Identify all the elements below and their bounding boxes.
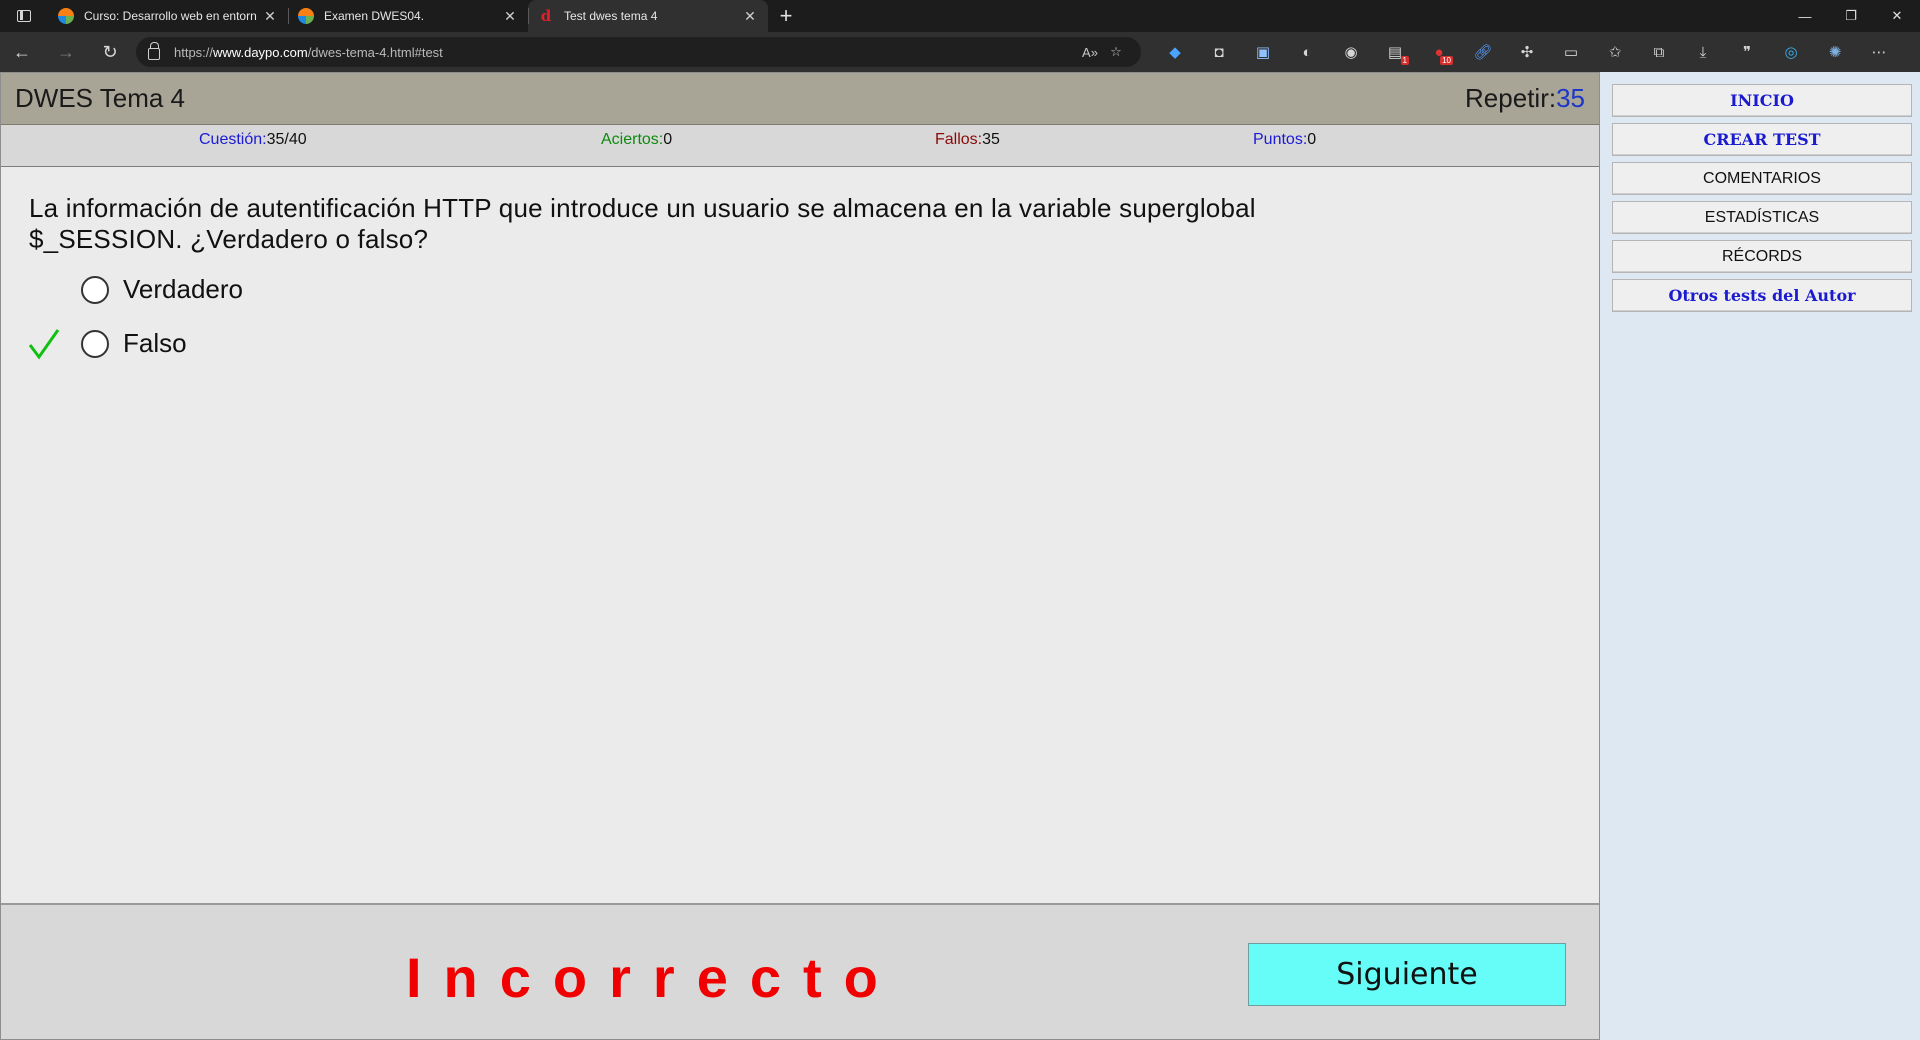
quote-icon[interactable]: ❞ [1725, 32, 1769, 72]
restore-icon[interactable]: ❐ [1828, 0, 1874, 32]
address-bar[interactable]: https://www.daypo.com/dwes-tema-4.html#t… [136, 37, 1141, 67]
stat-aciertos: Aciertos:0 [601, 131, 673, 148]
sidebar-item-comentarios[interactable]: COMENTARIOS [1612, 162, 1912, 195]
minimize-icon[interactable]: — [1782, 0, 1828, 32]
sidebar-item-records[interactable]: RÉCORDS [1612, 240, 1912, 273]
tab-title: Curso: Desarrollo web en entorn [84, 9, 257, 23]
screenshot-extension-icon[interactable]: ▣ [1241, 32, 1285, 72]
browser-tab-bar: Curso: Desarrollo web en entorn ✕ Examen… [0, 0, 1920, 32]
edge-icon[interactable]: ◎ [1769, 32, 1813, 72]
close-icon[interactable]: ✕ [262, 8, 278, 25]
close-window-icon[interactable]: ✕ [1874, 0, 1920, 32]
tab-title: Test dwes tema 4 [564, 9, 658, 23]
extensions-icon[interactable]: ✣ [1505, 32, 1549, 72]
tab-examen[interactable]: Examen DWES04. ✕ [288, 0, 528, 32]
page: DWES Tema 4 Repetir:35 Cuestión:35/40 Ac… [0, 72, 1920, 1040]
moodle-icon [298, 8, 314, 24]
url-text[interactable]: https://www.daypo.com/dwes-tema-4.html#t… [174, 45, 1077, 60]
stat-puntos: Puntos:0 [1253, 131, 1317, 148]
favorites-icon[interactable]: ✩ [1593, 32, 1637, 72]
tab-actions-icon[interactable] [0, 0, 48, 32]
quiz-header: DWES Tema 4 Repetir:35 [1, 73, 1599, 125]
moodle-icon [58, 8, 74, 24]
extension-badge-icon[interactable]: ▤ 1 [1373, 32, 1417, 72]
record-extension-icon[interactable]: ◉ [1329, 32, 1373, 72]
radio-button[interactable] [81, 275, 109, 304]
tab-test-dwes[interactable]: d Test dwes tema 4 ✕ [528, 0, 768, 32]
more-menu-icon[interactable]: ⋯ [1857, 32, 1901, 72]
forward-icon[interactable]: → [44, 32, 88, 72]
ublock-extension-icon[interactable]: ● 10 [1417, 32, 1461, 72]
lock-icon[interactable] [148, 42, 160, 60]
profile-avatar-icon[interactable]: ✺ [1813, 32, 1857, 72]
tab-title: Examen DWES04. [324, 9, 425, 23]
repeat-counter: Repetir:35 [1465, 83, 1585, 113]
split-screen-icon[interactable]: ▭ [1549, 32, 1593, 72]
stat-cuestion: Cuestión:35/40 [199, 131, 307, 148]
close-icon[interactable]: ✕ [742, 8, 758, 25]
sidebar-item-inicio[interactable]: INICIO [1612, 84, 1912, 117]
collections-icon[interactable]: ⧉ [1637, 32, 1681, 72]
option-falso[interactable]: Falso [81, 328, 187, 359]
back-icon[interactable]: ← [0, 32, 44, 72]
sidebar-menu: INICIO CREAR TEST COMENTARIOS ESTADÍSTIC… [1612, 84, 1912, 318]
checkmark-icon [28, 329, 60, 360]
stat-fallos: Fallos:35 [935, 131, 1000, 148]
read-aloud-icon[interactable]: A» [1077, 45, 1103, 60]
add-favorite-icon[interactable]: ☆ [1103, 44, 1129, 60]
radio-button[interactable] [81, 329, 109, 358]
downloads-icon[interactable]: ⤓ [1681, 32, 1725, 72]
refresh-icon[interactable]: ↻ [88, 32, 132, 72]
sidebar-item-otros-tests[interactable]: Otros tests del Autor [1612, 279, 1912, 312]
browser-nav-bar: ← → ↻ https://www.daypo.com/dwes-tema-4.… [0, 32, 1920, 72]
window-controls: — ❐ ✕ [1782, 0, 1920, 32]
feedback-bar: Incorrecto Siguiente [1, 903, 1599, 1039]
new-tab-button[interactable]: + [768, 0, 804, 32]
close-icon[interactable]: ✕ [502, 8, 518, 25]
option-verdadero[interactable]: Verdadero [81, 274, 243, 305]
extension-icon[interactable]: ◐ [1285, 32, 1329, 72]
sidebar-item-crear-test[interactable]: CREAR TEST [1612, 123, 1912, 156]
camera-extension-icon[interactable]: ◘ [1197, 32, 1241, 72]
quiz-title: DWES Tema 4 [15, 83, 186, 113]
sidebar-item-estadisticas[interactable]: ESTADÍSTICAS [1612, 201, 1912, 234]
gem-extension-icon[interactable]: ◆ [1153, 32, 1197, 72]
link-extension-icon[interactable]: 🔗︎ [1461, 32, 1505, 72]
tab-curso[interactable]: Curso: Desarrollo web en entorn ✕ [48, 0, 288, 32]
daypo-icon: d [540, 7, 552, 25]
quiz-panel: DWES Tema 4 Repetir:35 Cuestión:35/40 Ac… [0, 72, 1600, 1040]
question-text: La información de autentificación HTTP q… [29, 193, 1256, 254]
result-text: Incorrecto [406, 946, 900, 1009]
next-button[interactable]: Siguiente [1248, 943, 1566, 1006]
extensions-toolbar: ◆ ◘ ▣ ◐ ◉ ▤ 1 ● 10 🔗︎ ✣ ▭ ✩ ⧉ ⤓ ❞ ◎ ✺ ⋯ [1153, 32, 1901, 72]
